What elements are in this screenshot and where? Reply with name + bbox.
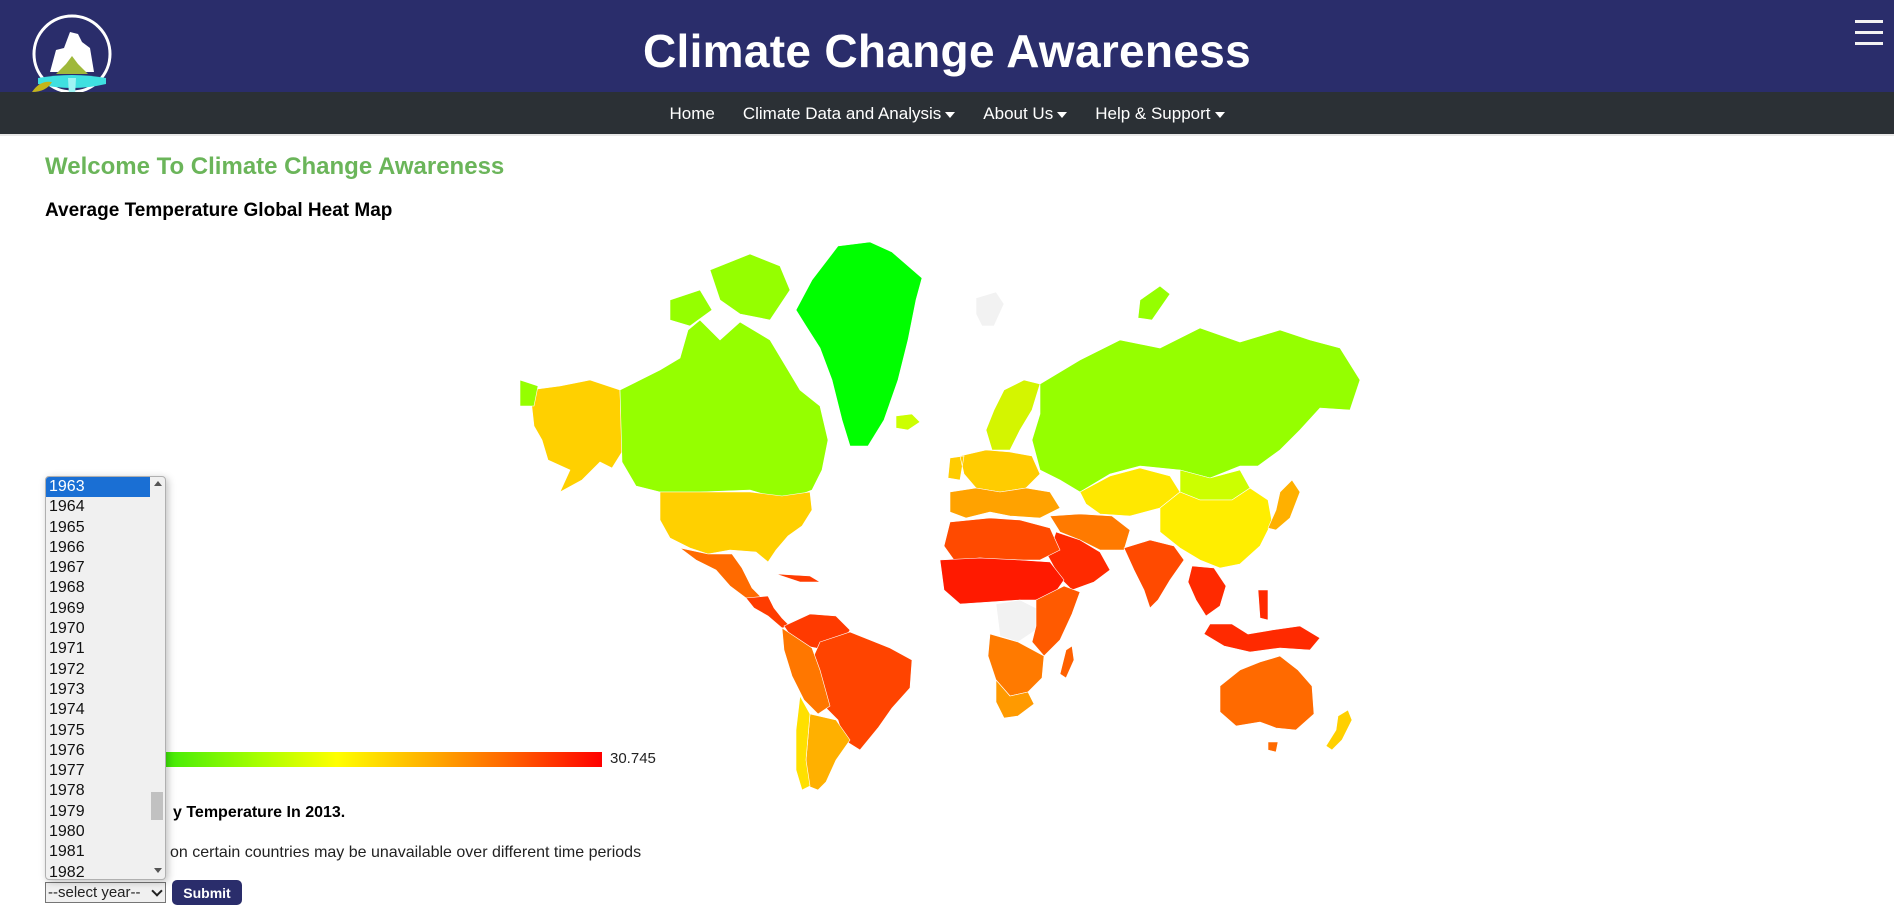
submit-button[interactable]: Submit [172,880,242,905]
year-option[interactable]: 1972 [46,660,150,680]
site-header: Climate Change Awareness [0,0,1894,96]
map-heading: Average Temperature Global Heat Map [45,200,393,221]
year-option[interactable]: 1981 [46,842,150,862]
caret-down-icon [1057,112,1068,118]
nav-help-support-label: Help & Support [1095,104,1211,123]
scroll-up-arrow-icon[interactable] [154,481,162,486]
map-region-southeast-asia[interactable] [1187,565,1227,617]
year-dropdown-list[interactable]: 1963 1964 1965 1966 1967 1968 1969 1970 1971 1972… [45,476,166,880]
map-region-western-europe[interactable] [947,449,1041,493]
map-region-madagascar[interactable] [1059,645,1075,679]
nav-help-support[interactable]: Help & Support [1081,104,1238,124]
map-region-japan[interactable] [1267,479,1301,531]
year-option[interactable]: 1966 [46,538,150,558]
year-option[interactable]: 1974 [46,700,150,720]
nav-home-label: Home [669,104,715,123]
year-option[interactable]: 1968 [46,578,150,598]
caret-down-icon [1214,112,1225,118]
temperature-info-text: y Temperature In 2013. [173,804,346,821]
year-option[interactable]: 1980 [46,822,150,842]
legend-max-value: 30.745 [610,750,656,767]
nav-home[interactable]: Home [655,104,728,124]
map-region-southern-europe[interactable] [949,487,1061,519]
map-region-united-states[interactable] [659,491,813,563]
site-title: Climate Change Awareness [643,25,1251,77]
hamburger-menu-icon[interactable] [1855,20,1883,46]
nav-about-us-label: About Us [983,104,1054,123]
heat-legend-gradient [145,752,602,767]
year-option[interactable]: 1969 [46,599,150,619]
dropdown-scrollbar-thumb[interactable] [151,792,163,820]
main-navigation: Home Climate Data and Analysis About Us … [0,92,1894,136]
map-region-india[interactable] [1123,539,1185,609]
year-option[interactable]: 1971 [46,639,150,659]
year-option[interactable]: 1964 [46,497,150,517]
year-option[interactable]: 1978 [46,781,150,801]
caret-down-icon [945,112,956,118]
note-text: on certain countries may be unavailable … [170,844,642,861]
map-region-alaska[interactable] [529,379,623,493]
year-option[interactable]: 1963 [46,477,150,498]
map-region-svalbard[interactable] [975,291,1005,327]
year-option[interactable]: 1979 [46,802,150,822]
year-select[interactable]: --select year-- [45,882,166,903]
map-region-iceland[interactable] [895,413,921,431]
year-option[interactable]: 1977 [46,761,150,781]
year-option[interactable]: 1982 [46,863,150,879]
world-heat-map[interactable] [520,230,1400,790]
map-region-canada[interactable] [619,253,829,499]
year-select-value: --select year-- [48,884,141,901]
year-option[interactable]: 1973 [46,680,150,700]
year-option[interactable]: 1965 [46,518,150,538]
year-option[interactable]: 1967 [46,558,150,578]
map-region-mexico[interactable] [679,547,765,601]
nav-climate-data-label: Climate Data and Analysis [742,104,942,123]
year-option[interactable]: 1976 [46,741,150,761]
year-option[interactable]: 1975 [46,721,150,741]
year-option[interactable]: 1970 [46,619,150,639]
scroll-down-arrow-icon[interactable] [154,868,162,873]
nav-climate-data[interactable]: Climate Data and Analysis [729,104,969,124]
welcome-heading: Welcome To Climate Change Awareness [45,153,505,180]
map-region-russia[interactable] [1031,285,1361,493]
map-region-north-africa[interactable] [943,517,1061,561]
map-region-australia[interactable] [1219,655,1315,753]
map-region-new-zealand[interactable] [1325,709,1353,751]
chevron-down-icon [151,885,163,897]
nav-about-us[interactable]: About Us [969,104,1081,124]
